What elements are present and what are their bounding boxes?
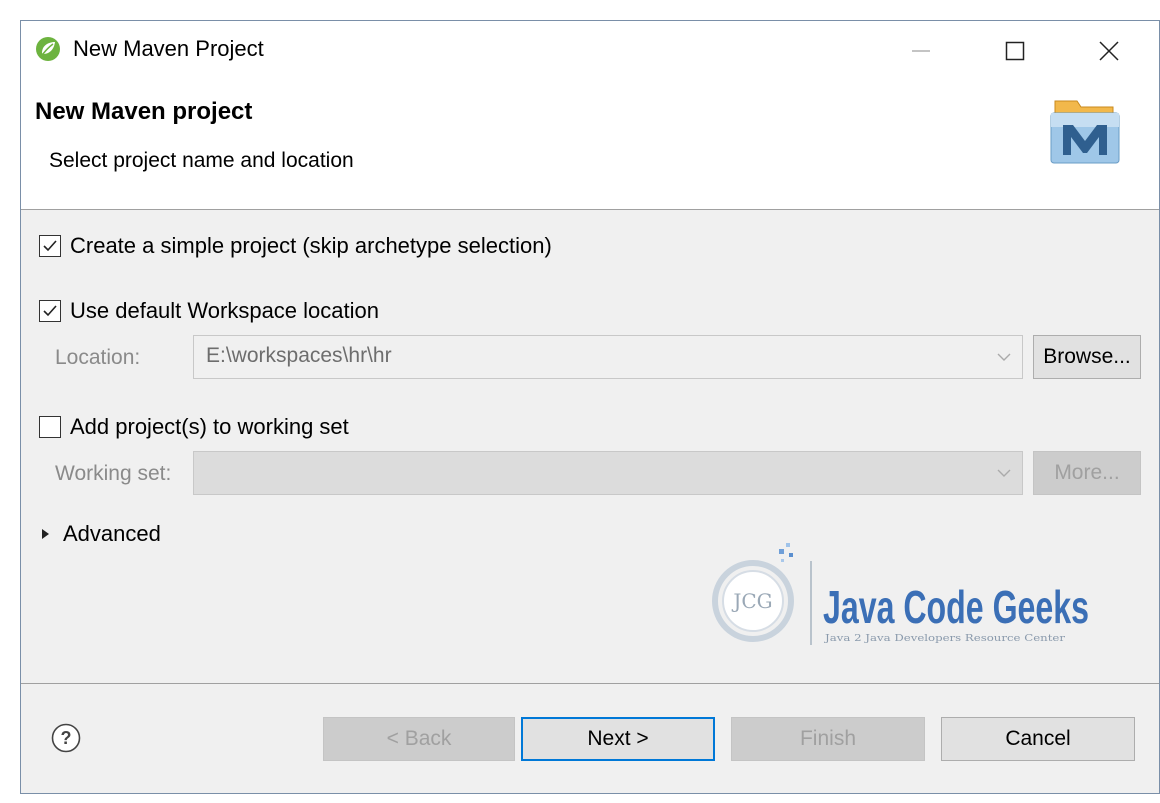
checkmark-icon bbox=[43, 305, 57, 317]
advanced-toggle[interactable]: Advanced bbox=[39, 521, 161, 547]
default-workspace-option[interactable]: Use default Workspace location bbox=[39, 298, 379, 324]
finish-button[interactable]: Finish bbox=[731, 717, 925, 761]
watermark-title: Java Code Geeks bbox=[823, 581, 1089, 633]
more-button[interactable]: More... bbox=[1033, 451, 1141, 495]
minimize-button[interactable] bbox=[893, 31, 949, 71]
checkmark-icon bbox=[43, 240, 57, 252]
simple-project-option[interactable]: Create a simple project (skip archetype … bbox=[39, 233, 552, 259]
watermark-badge: JCG bbox=[731, 589, 772, 613]
browse-button[interactable]: Browse... bbox=[1033, 335, 1141, 379]
location-value: E:\workspaces\hr\hr bbox=[206, 344, 392, 367]
next-button[interactable]: Next > bbox=[521, 717, 715, 761]
location-combo[interactable]: E:\workspaces\hr\hr bbox=[193, 335, 1023, 379]
cancel-button[interactable]: Cancel bbox=[941, 717, 1135, 761]
close-button[interactable] bbox=[1081, 31, 1137, 71]
wizard-banner: New Maven project Select project name an… bbox=[21, 81, 1159, 210]
spring-leaf-icon bbox=[36, 37, 60, 61]
window-title: New Maven Project bbox=[73, 36, 264, 61]
working-set-option[interactable]: Add project(s) to working set bbox=[39, 414, 349, 440]
location-label: Location: bbox=[55, 346, 141, 369]
java-code-geeks-watermark: JCG Java Code Geeks Java 2 Java Develope… bbox=[712, 543, 1089, 645]
footer-separator bbox=[21, 683, 1159, 684]
minimize-icon bbox=[912, 50, 930, 52]
watermark-tagline: Java 2 Java Developers Resource Center bbox=[824, 634, 1066, 644]
back-button[interactable]: < Back bbox=[323, 717, 515, 761]
title-bar: New Maven Project bbox=[21, 21, 1159, 81]
advanced-label: Advanced bbox=[63, 521, 161, 546]
new-maven-project-dialog: New Maven Project New Maven project Sele… bbox=[20, 20, 1160, 794]
working-set-label: Working set: bbox=[55, 462, 172, 485]
default-workspace-checkbox[interactable] bbox=[39, 300, 61, 322]
working-set-combo[interactable] bbox=[193, 451, 1023, 495]
working-set-toggle-label: Add project(s) to working set bbox=[70, 414, 349, 439]
chevron-down-icon bbox=[997, 353, 1011, 361]
triangle-right-icon bbox=[42, 529, 49, 539]
default-workspace-label: Use default Workspace location bbox=[70, 298, 379, 323]
maximize-button[interactable] bbox=[987, 31, 1043, 71]
page-subtitle: Select project name and location bbox=[49, 149, 354, 172]
chevron-down-icon bbox=[997, 469, 1011, 477]
page-title: New Maven project bbox=[35, 98, 253, 125]
close-icon bbox=[1099, 41, 1119, 61]
help-icon[interactable]: ? bbox=[51, 723, 81, 753]
maximize-icon bbox=[1005, 41, 1025, 61]
simple-project-label: Create a simple project (skip archetype … bbox=[70, 233, 552, 258]
simple-project-checkbox[interactable] bbox=[39, 235, 61, 257]
maven-icon bbox=[1050, 100, 1120, 164]
working-set-checkbox[interactable] bbox=[39, 416, 61, 438]
svg-text:?: ? bbox=[61, 728, 72, 748]
